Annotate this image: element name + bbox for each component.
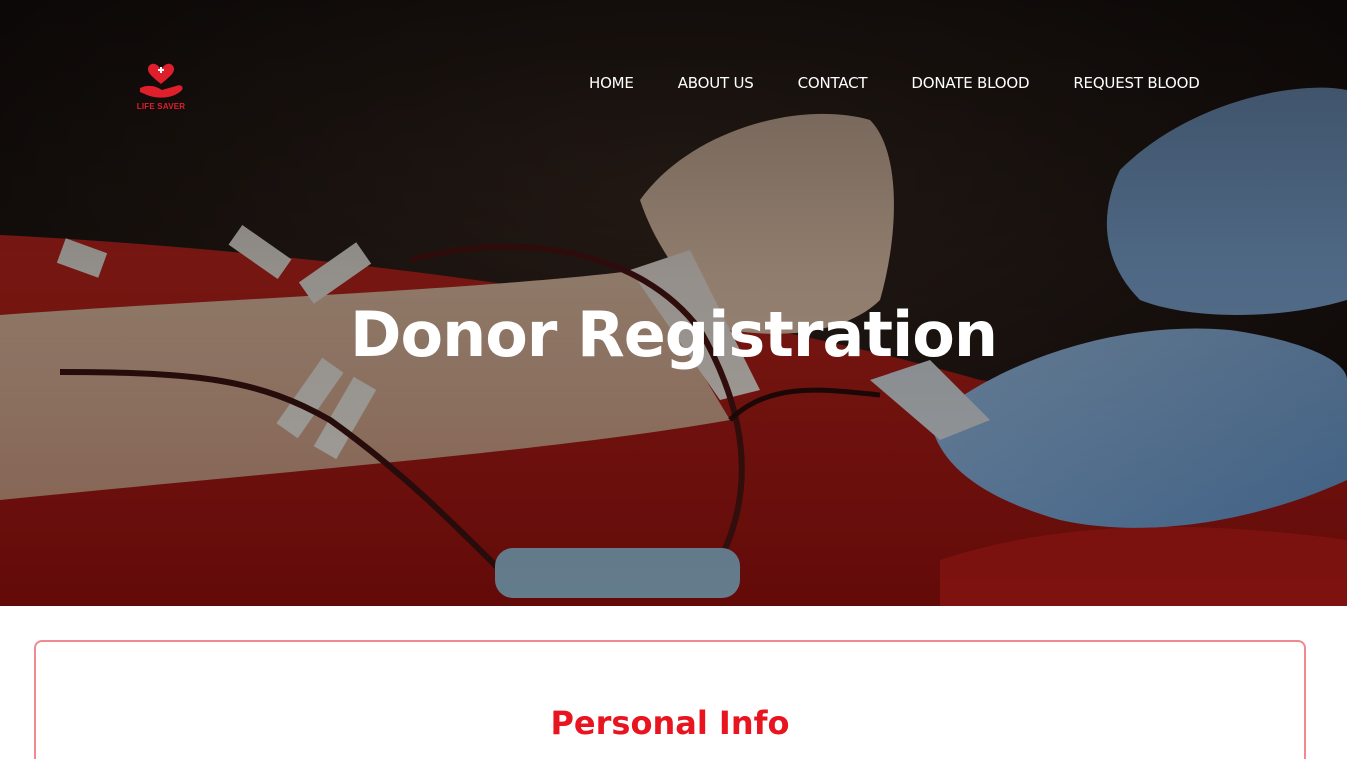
section-title-personal-info: Personal Info xyxy=(550,704,790,742)
page-title: Donor Registration xyxy=(350,298,998,371)
nav-home[interactable]: HOME xyxy=(589,73,634,95)
hero-banner: LIFE SAVER HOME ABOUT US CONTACT DONATE … xyxy=(0,0,1347,606)
brand-name: LIFE SAVER xyxy=(136,102,186,111)
registration-form-card: Personal Info xyxy=(34,640,1306,759)
brand-logo[interactable]: LIFE SAVER xyxy=(130,62,192,116)
heart-in-hand-icon xyxy=(140,63,183,98)
main-nav: HOME ABOUT US CONTACT DONATE BLOOD REQUE… xyxy=(589,73,1200,95)
nav-contact[interactable]: CONTACT xyxy=(798,73,868,95)
nav-donate-blood[interactable]: DONATE BLOOD xyxy=(911,73,1029,95)
nav-about-us[interactable]: ABOUT US xyxy=(678,73,754,95)
nav-request-blood[interactable]: REQUEST BLOOD xyxy=(1073,73,1199,95)
